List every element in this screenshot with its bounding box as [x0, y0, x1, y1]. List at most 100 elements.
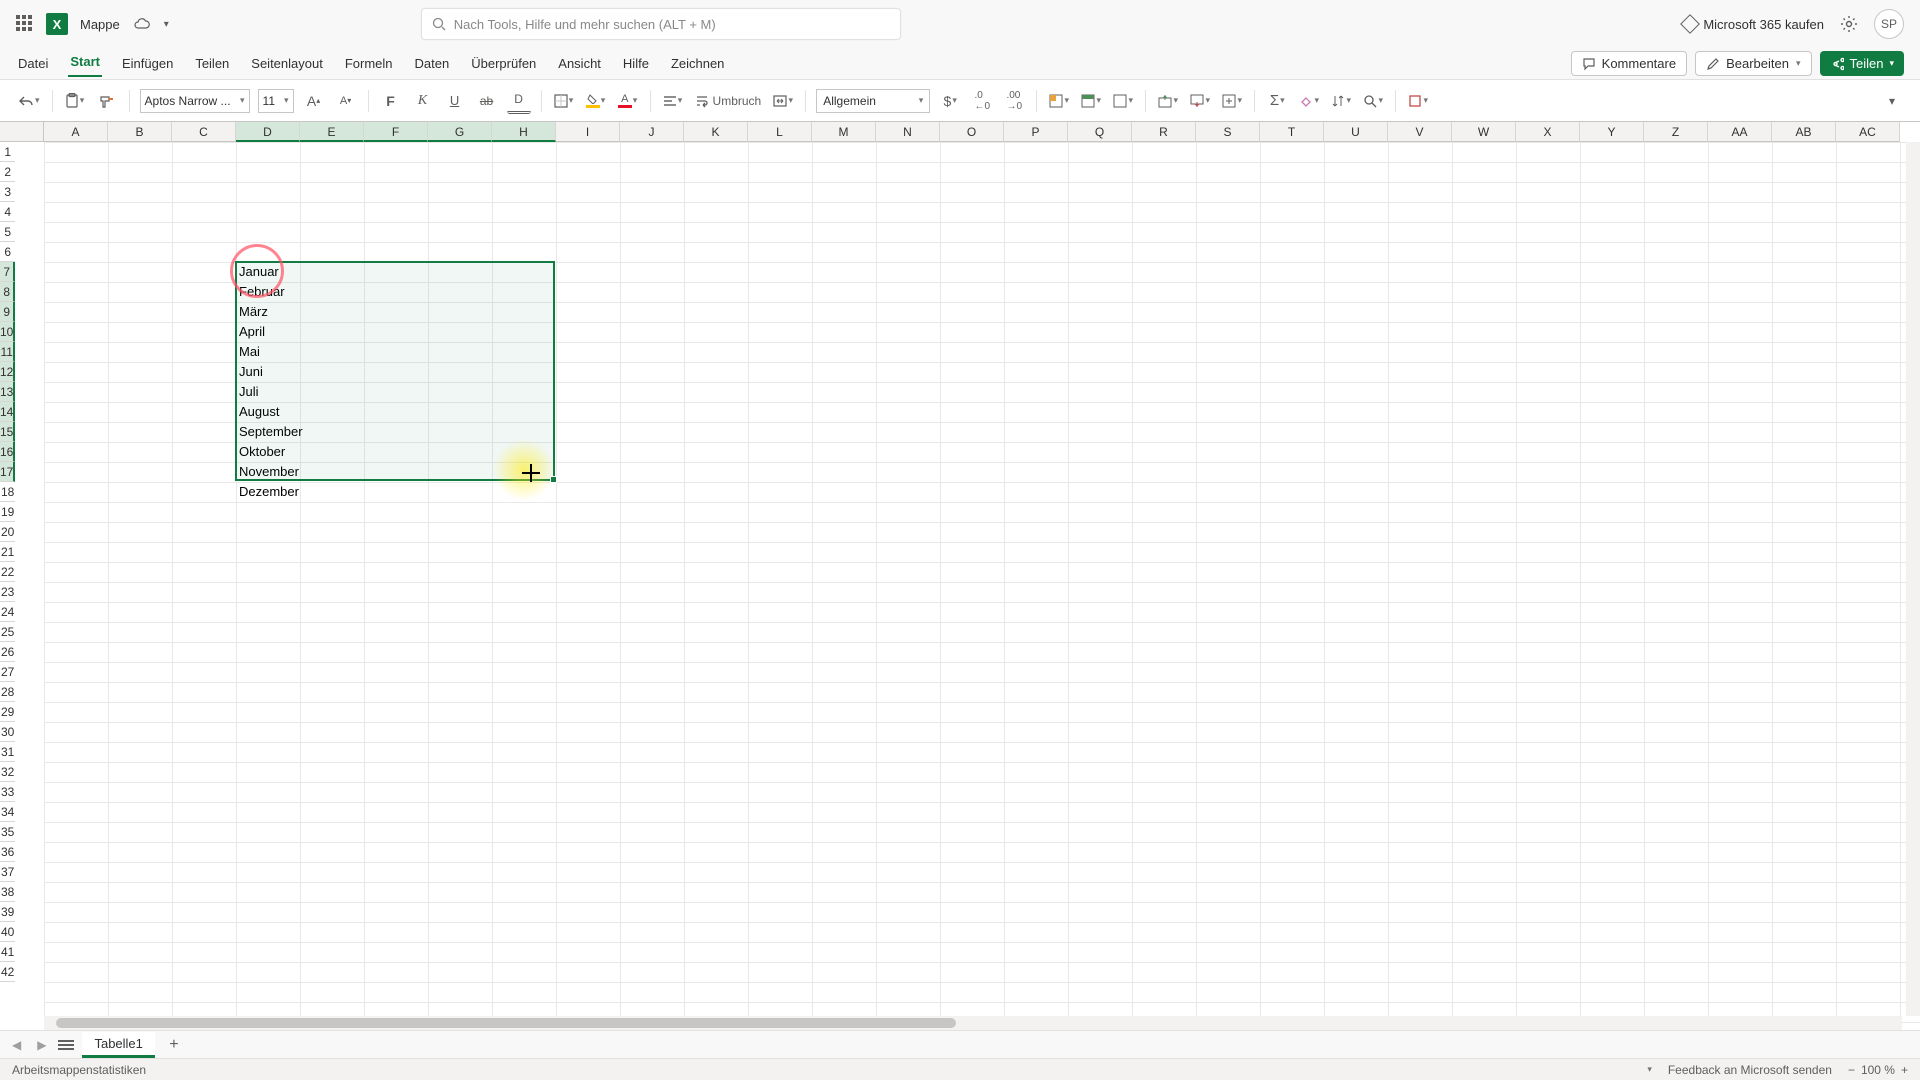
row-header[interactable]: 30: [0, 722, 15, 742]
col-header[interactable]: O: [940, 122, 1004, 141]
col-header[interactable]: J: [620, 122, 684, 141]
font-color-button[interactable]: A▾: [616, 88, 640, 114]
cells-area[interactable]: JanuarFebruarMärzAprilMaiJuniJuliAugustS…: [44, 142, 1920, 1030]
workbook-stats[interactable]: Arbeitsmappenstatistiken: [12, 1063, 146, 1077]
menu-item-datei[interactable]: Datei: [16, 52, 50, 75]
row-header[interactable]: 33: [0, 782, 15, 802]
row-header[interactable]: 27: [0, 662, 15, 682]
align-button[interactable]: ▾: [661, 88, 685, 114]
row-header[interactable]: 5: [0, 222, 15, 242]
col-header[interactable]: AA: [1708, 122, 1772, 141]
cell[interactable]: August: [236, 402, 300, 422]
row-header[interactable]: 10: [0, 322, 15, 342]
cell[interactable]: November: [236, 462, 300, 482]
row-header[interactable]: 42: [0, 962, 15, 982]
col-header[interactable]: G: [428, 122, 492, 142]
col-header[interactable]: L: [748, 122, 812, 141]
row-header[interactable]: 8: [0, 282, 15, 302]
fill-color-button[interactable]: ▾: [584, 88, 608, 114]
col-header[interactable]: Q: [1068, 122, 1132, 141]
delete-cells-button[interactable]: ▾: [1188, 88, 1212, 114]
cell-styles-button[interactable]: ▾: [1111, 88, 1135, 114]
underline-button[interactable]: U: [443, 88, 467, 114]
cell[interactable]: Oktober: [236, 442, 300, 462]
format-painter-button[interactable]: [95, 88, 119, 114]
clear-button[interactable]: ▾: [1297, 88, 1321, 114]
collapse-ribbon-icon[interactable]: ▾: [1880, 88, 1904, 114]
menu-item-überprüfen[interactable]: Überprüfen: [469, 52, 538, 75]
cell[interactable]: März: [236, 302, 300, 322]
col-header[interactable]: R: [1132, 122, 1196, 141]
row-header[interactable]: 21: [0, 542, 15, 562]
col-header[interactable]: U: [1324, 122, 1388, 141]
number-format-select[interactable]: Allgemein▾: [816, 89, 930, 113]
menu-item-formeln[interactable]: Formeln: [343, 52, 395, 75]
row-header[interactable]: 26: [0, 642, 15, 662]
row-header[interactable]: 9: [0, 302, 15, 322]
col-header[interactable]: K: [684, 122, 748, 141]
menu-item-start[interactable]: Start: [68, 50, 102, 77]
col-header[interactable]: E: [300, 122, 364, 142]
col-header[interactable]: T: [1260, 122, 1324, 141]
document-name[interactable]: Mappe: [80, 17, 120, 32]
row-header[interactable]: 13: [0, 382, 15, 402]
font-size-select[interactable]: 11▾: [258, 89, 294, 113]
comments-button[interactable]: Kommentare: [1571, 51, 1687, 76]
row-header[interactable]: 25: [0, 622, 15, 642]
row-header[interactable]: 41: [0, 942, 15, 962]
row-header[interactable]: 15: [0, 422, 15, 442]
sheet-nav-next[interactable]: ▶: [33, 1038, 50, 1052]
row-header[interactable]: 3: [0, 182, 15, 202]
undo-button[interactable]: ▾: [16, 88, 42, 114]
col-header[interactable]: AB: [1772, 122, 1836, 141]
row-header[interactable]: 14: [0, 402, 15, 422]
col-header[interactable]: W: [1452, 122, 1516, 141]
col-header[interactable]: X: [1516, 122, 1580, 141]
col-header[interactable]: I: [556, 122, 620, 141]
all-sheets-icon[interactable]: [58, 1040, 74, 1050]
row-header[interactable]: 12: [0, 362, 15, 382]
italic-button[interactable]: K: [411, 88, 435, 114]
row-header[interactable]: 1: [0, 142, 15, 162]
decrease-decimal-button[interactable]: .00→0: [1002, 88, 1026, 114]
row-header[interactable]: 34: [0, 802, 15, 822]
cell[interactable]: Januar: [236, 262, 300, 282]
conditional-format-button[interactable]: ▾: [1047, 88, 1071, 114]
menu-item-daten[interactable]: Daten: [413, 52, 452, 75]
user-avatar[interactable]: SP: [1874, 9, 1904, 39]
menu-item-zeichnen[interactable]: Zeichnen: [669, 52, 726, 75]
col-header[interactable]: AC: [1836, 122, 1900, 141]
app-launcher-icon[interactable]: [16, 15, 34, 33]
row-header[interactable]: 2: [0, 162, 15, 182]
col-header[interactable]: D: [236, 122, 300, 142]
cell[interactable]: Februar: [236, 282, 300, 302]
cell[interactable]: Mai: [236, 342, 300, 362]
col-header[interactable]: C: [172, 122, 236, 141]
sort-filter-button[interactable]: ▾: [1329, 88, 1353, 114]
status-menu-icon[interactable]: ▾: [1647, 1064, 1652, 1075]
col-header[interactable]: Z: [1644, 122, 1708, 141]
row-header[interactable]: 39: [0, 902, 15, 922]
row-header[interactable]: 28: [0, 682, 15, 702]
col-header[interactable]: F: [364, 122, 428, 142]
paste-button[interactable]: ▾: [63, 88, 87, 114]
cell[interactable]: Dezember: [236, 482, 300, 502]
add-sheet-button[interactable]: +: [163, 1034, 185, 1056]
row-header[interactable]: 11: [0, 342, 15, 362]
row-header[interactable]: 16: [0, 442, 15, 462]
row-header[interactable]: 18: [0, 482, 15, 502]
strikethrough-button[interactable]: ab: [475, 88, 499, 114]
row-header[interactable]: 37: [0, 862, 15, 882]
increase-font-button[interactable]: A▴: [302, 88, 326, 114]
col-header[interactable]: Y: [1580, 122, 1644, 141]
row-header[interactable]: 17: [0, 462, 15, 482]
borders-button[interactable]: ▾: [552, 88, 576, 114]
insert-cells-button[interactable]: ▾: [1156, 88, 1180, 114]
vertical-scrollbar[interactable]: [1906, 142, 1920, 1016]
bold-button[interactable]: F: [379, 88, 403, 114]
currency-button[interactable]: $▾: [938, 88, 962, 114]
menu-item-einfügen[interactable]: Einfügen: [120, 52, 175, 75]
wrap-text-button[interactable]: Umbruch: [693, 88, 764, 114]
font-name-select[interactable]: Aptos Narrow ...▾: [140, 89, 250, 113]
row-header[interactable]: 4: [0, 202, 15, 222]
